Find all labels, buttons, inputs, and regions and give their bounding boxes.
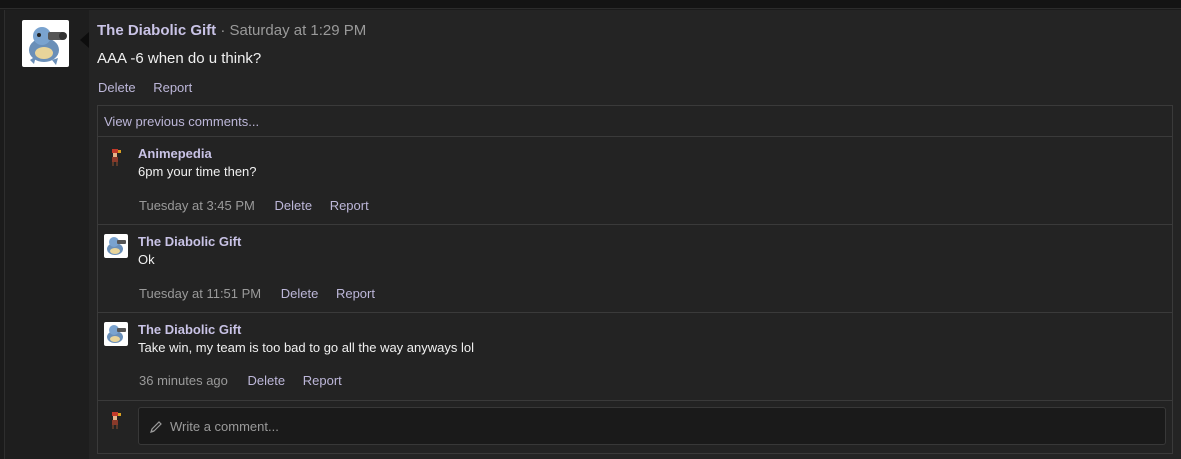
comment-timestamp[interactable]: 36 minutes ago (139, 373, 228, 388)
comment-report-link[interactable]: Report (330, 198, 369, 213)
profile-post: The Diabolic Gift · Saturday at 1:29 PM … (4, 10, 1181, 459)
comment-report-link[interactable]: Report (336, 286, 375, 301)
comment-meta: 36 minutes ago Delete Report (139, 373, 356, 388)
avatar-column (5, 10, 90, 459)
view-previous-comments-link[interactable]: View previous comments... (98, 106, 1172, 137)
speech-arrow (80, 32, 89, 48)
comment-item: The Diabolic Gift Take win, my team is t… (98, 313, 1172, 401)
post-main: The Diabolic Gift · Saturday at 1:29 PM … (89, 10, 1181, 459)
commenter-avatar[interactable] (104, 146, 128, 170)
commenter-avatar[interactable] (104, 322, 128, 346)
comment-text: Take win, my team is too bad to go all t… (138, 340, 474, 355)
comment-meta: Tuesday at 3:45 PM Delete Report (139, 198, 383, 213)
delete-post-link[interactable]: Delete (98, 80, 136, 95)
comment-text: Ok (138, 252, 155, 267)
pencil-icon (149, 420, 163, 434)
header-separator: · (220, 22, 226, 39)
comment-timestamp[interactable]: Tuesday at 3:45 PM (139, 198, 255, 213)
commenter-avatar[interactable] (104, 234, 128, 258)
post-actions: Delete Report (98, 80, 206, 95)
post-header: The Diabolic Gift · Saturday at 1:29 PM (97, 22, 366, 39)
post-author-link[interactable]: The Diabolic Gift (97, 22, 216, 39)
report-post-link[interactable]: Report (153, 80, 192, 95)
comment-delete-link[interactable]: Delete (274, 198, 312, 213)
comment-item: Animepedia 6pm your time then? Tuesday a… (98, 137, 1172, 225)
comment-text: 6pm your time then? (138, 164, 257, 179)
comment-meta: Tuesday at 11:51 PM Delete Report (139, 286, 389, 301)
comments-section: View previous comments... Animepedia 6pm… (97, 105, 1173, 454)
post-author-avatar[interactable] (22, 20, 69, 67)
post-message: AAA -6 when do u think? (97, 50, 262, 67)
top-bar (0, 0, 1181, 9)
current-user-avatar (104, 409, 128, 433)
post-timestamp[interactable]: Saturday at 1:29 PM (230, 22, 367, 39)
comment-author-link[interactable]: The Diabolic Gift (138, 322, 241, 337)
comment-item: The Diabolic Gift Ok Tuesday at 11:51 PM… (98, 225, 1172, 313)
write-comment-input[interactable]: Write a comment... (138, 407, 1166, 445)
write-comment-row: Write a comment... (98, 401, 1172, 453)
comment-author-link[interactable]: Animepedia (138, 146, 212, 161)
write-comment-placeholder: Write a comment... (170, 419, 279, 434)
comment-author-link[interactable]: The Diabolic Gift (138, 234, 241, 249)
comment-report-link[interactable]: Report (303, 373, 342, 388)
comment-timestamp[interactable]: Tuesday at 11:51 PM (139, 286, 261, 301)
comment-delete-link[interactable]: Delete (281, 286, 319, 301)
comment-delete-link[interactable]: Delete (248, 373, 286, 388)
